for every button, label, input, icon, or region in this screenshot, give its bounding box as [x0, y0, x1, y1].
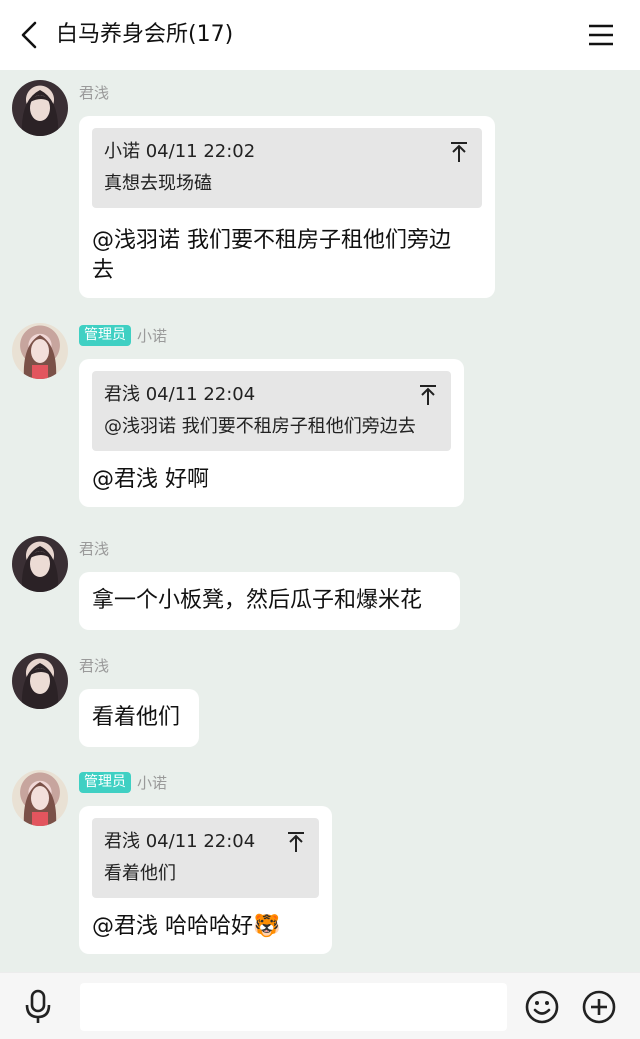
quote-header: 君浅 04/11 22:04: [104, 831, 256, 852]
admin-badge: 管理员: [79, 324, 131, 346]
message-text-line: 去: [92, 258, 115, 283]
message-text-line: @浅羽诺 我们要不租房子租他们旁边: [92, 228, 451, 253]
plus-circle-icon[interactable]: [582, 990, 616, 1024]
message-bubble[interactable]: 君浅 04/11 22:04 看着他们 @君浅 哈哈哈好🐯: [79, 806, 332, 954]
message-bubble[interactable]: 看着他们: [79, 689, 199, 747]
menu-icon[interactable]: [586, 20, 616, 50]
message-text: @浅羽诺 我们要不租房子租他们旁边 去: [92, 226, 482, 286]
message-bubble[interactable]: 君浅 04/11 22:04 @浅羽诺 我们要不租房子租他们旁边去 @君浅 好啊: [79, 359, 464, 507]
message-text: @君浅 哈哈哈好🐯: [92, 912, 319, 942]
quote-header: 君浅 04/11 22:04: [104, 384, 256, 405]
avatar[interactable]: [12, 323, 68, 379]
sender-meta: 君浅: [79, 537, 109, 559]
microphone-icon[interactable]: [22, 989, 54, 1025]
sender-name: 小诺: [137, 326, 168, 345]
tiger-emoji-icon: 🐯: [253, 914, 281, 939]
chat-title: 白马养身会所(17): [56, 22, 234, 47]
sender-name: 君浅: [79, 539, 110, 558]
message-text: 看着他们: [92, 705, 181, 730]
avatar[interactable]: [12, 770, 68, 826]
quote-text: 看着他们: [104, 863, 176, 884]
quoted-message[interactable]: 小诺 04/11 22:02 真想去现场磕: [92, 128, 482, 208]
message-text-content: @君浅 哈哈哈好: [92, 914, 253, 939]
message-input[interactable]: [80, 983, 507, 1031]
pin-top-icon[interactable]: [287, 831, 305, 853]
sender-name: 君浅: [79, 83, 110, 102]
avatar[interactable]: [12, 80, 68, 136]
message-bubble[interactable]: 小诺 04/11 22:02 真想去现场磕 @浅羽诺 我们要不租房子租他们旁边 …: [79, 116, 495, 298]
avatar[interactable]: [12, 653, 68, 709]
quote-text: @浅羽诺 我们要不租房子租他们旁边去: [104, 416, 416, 437]
sender-meta: 管理员 小诺: [79, 324, 167, 346]
message-text: @君浅 好啊: [92, 467, 209, 492]
sender-meta: 君浅: [79, 654, 109, 676]
quoted-message[interactable]: 君浅 04/11 22:04 看着他们: [92, 818, 319, 898]
pin-top-icon[interactable]: [419, 384, 437, 406]
admin-badge: 管理员: [79, 771, 131, 793]
quote-text: 真想去现场磕: [104, 173, 212, 194]
chat-header: 白马养身会所(17): [0, 0, 640, 70]
pin-top-icon[interactable]: [450, 141, 468, 163]
sender-meta: 管理员 小诺: [79, 771, 167, 793]
sender-meta: 君浅: [79, 81, 109, 103]
avatar[interactable]: [12, 536, 68, 592]
quote-header: 小诺 04/11 22:02: [104, 141, 256, 162]
message-text: 拿一个小板凳，然后瓜子和爆米花: [92, 588, 423, 613]
sender-name: 君浅: [79, 656, 110, 675]
sender-name: 小诺: [137, 773, 168, 792]
message-bubble[interactable]: 拿一个小板凳，然后瓜子和爆米花: [79, 572, 460, 630]
smiley-icon[interactable]: [525, 990, 559, 1024]
input-bar: [0, 972, 640, 1039]
back-arrow-icon[interactable]: [14, 18, 44, 52]
quoted-message[interactable]: 君浅 04/11 22:04 @浅羽诺 我们要不租房子租他们旁边去: [92, 371, 451, 451]
